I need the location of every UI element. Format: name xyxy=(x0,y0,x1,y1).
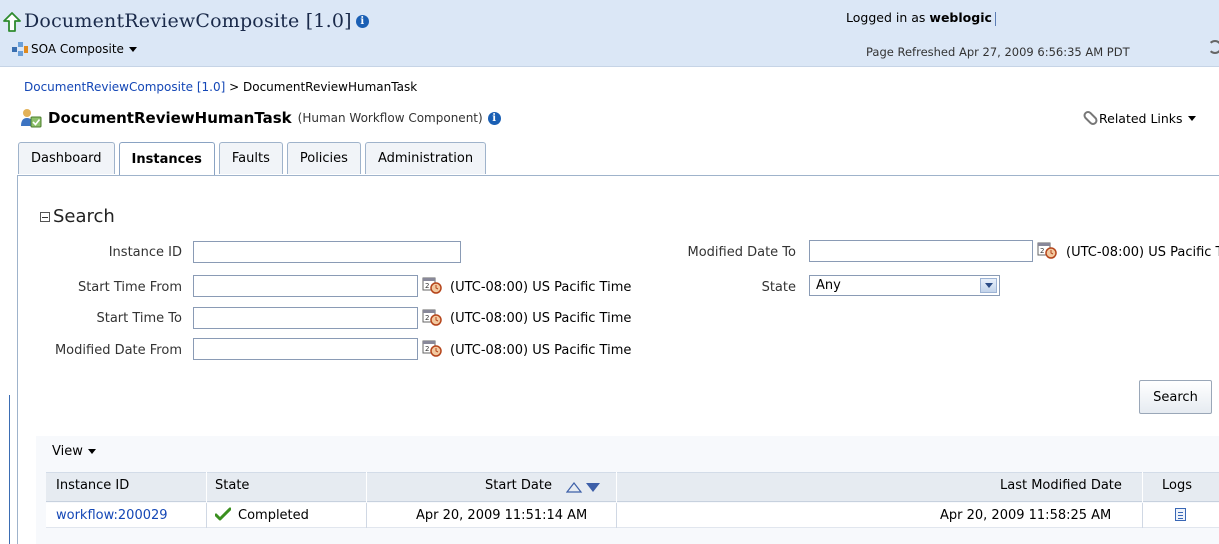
column-divider xyxy=(366,472,367,502)
search-title: Search xyxy=(53,206,115,227)
refresh-icon[interactable] xyxy=(1208,40,1219,54)
modified-date-from-input[interactable] xyxy=(193,338,418,360)
modified-date-to-input[interactable] xyxy=(809,240,1033,262)
tab-instances[interactable]: Instances xyxy=(118,142,215,176)
breadcrumb: DocumentReviewComposite [1.0] > Document… xyxy=(24,80,417,94)
start-time-from-timezone: (UTC-08:00) US Pacific Time xyxy=(450,280,632,295)
user-separator xyxy=(994,11,996,26)
soa-composite-icon xyxy=(12,42,28,56)
column-header-instance-id[interactable]: Instance ID xyxy=(56,478,129,493)
modified-date-to-timezone: (UTC-08:00) US Pacific Time xyxy=(1066,245,1219,260)
user-name[interactable]: weblogic xyxy=(929,10,992,25)
calendar-icon[interactable]: 2 xyxy=(422,308,442,326)
svg-text:2: 2 xyxy=(425,282,429,290)
search-button[interactable]: Search xyxy=(1139,380,1212,414)
start-time-from-label: Start Time From xyxy=(77,280,182,295)
view-menu-label: View xyxy=(52,444,83,459)
state-label: State xyxy=(761,280,796,295)
view-menu[interactable]: View xyxy=(52,444,96,459)
column-header-logs: Logs xyxy=(1162,478,1192,493)
calendar-icon[interactable]: 2 xyxy=(422,339,442,357)
chevron-down-icon xyxy=(87,449,96,454)
tab-administration[interactable]: Administration xyxy=(364,142,487,174)
column-divider xyxy=(616,472,617,502)
logged-in-prefix: Logged in as xyxy=(846,10,926,25)
start-time-to-timezone: (UTC-08:00) US Pacific Time xyxy=(450,311,632,326)
logged-in-status: Logged in as weblogic xyxy=(846,10,996,26)
start-time-to-label: Start Time To xyxy=(96,311,182,326)
modified-date-from-timezone: (UTC-08:00) US Pacific Time xyxy=(450,343,632,358)
related-links-label: Related Links xyxy=(1099,110,1183,126)
state-select[interactable]: Any xyxy=(809,275,1000,296)
cell-divider xyxy=(206,503,207,528)
log-icon[interactable] xyxy=(1175,508,1186,521)
state-select-value: Any xyxy=(816,278,841,293)
column-divider xyxy=(1142,472,1143,502)
column-header-start-date[interactable]: Start Date xyxy=(485,478,552,493)
related-links-menu[interactable]: Related Links xyxy=(1081,109,1196,127)
start-time-from-input[interactable] xyxy=(193,275,418,297)
svg-text:2: 2 xyxy=(1040,247,1044,255)
component-name: DocumentReviewHumanTask xyxy=(48,109,292,127)
instance-id-label: Instance ID xyxy=(108,245,182,260)
column-header-last-modified[interactable]: Last Modified Date xyxy=(1000,478,1122,493)
calendar-icon[interactable]: 2 xyxy=(1037,241,1057,259)
start-date-cell: Apr 20, 2009 11:51:14 AM xyxy=(416,508,588,523)
tab-bar: Dashboard Instances Faults Policies Admi… xyxy=(18,142,490,176)
breadcrumb-composite-link[interactable]: DocumentReviewComposite [1.0] xyxy=(24,80,225,94)
breadcrumb-separator: > xyxy=(225,80,243,94)
modified-date-to-label: Modified Date To xyxy=(687,245,797,260)
instance-id-input[interactable] xyxy=(193,241,461,263)
soa-composite-menu[interactable]: SOA Composite xyxy=(12,42,137,56)
column-divider xyxy=(206,472,207,502)
soa-composite-label: SOA Composite xyxy=(31,42,124,56)
cell-divider xyxy=(616,503,617,528)
cell-divider xyxy=(1142,503,1143,528)
component-type: (Human Workflow Component) xyxy=(297,111,483,125)
up-arrow-icon[interactable] xyxy=(2,11,22,33)
component-header: DocumentReviewHumanTask (Human Workflow … xyxy=(20,108,501,128)
human-workflow-icon xyxy=(21,109,42,128)
collapse-icon[interactable] xyxy=(40,211,50,222)
calendar-icon[interactable]: 2 xyxy=(422,276,442,294)
last-modified-cell: Apr 20, 2009 11:58:25 AM xyxy=(940,508,1112,523)
search-section-header[interactable]: Search xyxy=(40,206,115,227)
page-refreshed-text: Page Refreshed Apr 27, 2009 6:56:35 AM P… xyxy=(866,45,1130,59)
tab-dashboard[interactable]: Dashboard xyxy=(18,142,115,174)
left-rail xyxy=(9,395,10,544)
breadcrumb-current: DocumentReviewHumanTask xyxy=(242,80,418,94)
modified-date-from-label: Modified Date From xyxy=(54,343,182,358)
state-cell: Completed xyxy=(238,508,309,523)
svg-text:2: 2 xyxy=(425,314,429,322)
start-time-to-input[interactable] xyxy=(193,307,418,329)
column-header-state[interactable]: State xyxy=(215,478,249,493)
paperclip-icon xyxy=(1081,109,1100,127)
header-divider xyxy=(0,66,1219,67)
dropdown-arrow-icon[interactable] xyxy=(980,278,997,293)
info-icon[interactable]: i xyxy=(355,14,369,28)
chevron-down-icon xyxy=(128,46,137,52)
cell-divider xyxy=(366,503,367,528)
sort-arrows-icon[interactable] xyxy=(566,481,610,493)
svg-text:2: 2 xyxy=(425,345,429,353)
tab-faults[interactable]: Faults xyxy=(218,142,283,174)
checkmark-icon xyxy=(215,507,231,521)
component-info-icon[interactable]: i xyxy=(487,111,501,125)
tab-policies[interactable]: Policies xyxy=(286,142,361,174)
title-row: DocumentReviewComposite [1.0] i xyxy=(24,10,369,32)
chevron-down-icon xyxy=(1187,115,1196,121)
composite-title: DocumentReviewComposite [1.0] xyxy=(24,10,352,32)
instance-id-link[interactable]: workflow:200029 xyxy=(56,508,168,523)
